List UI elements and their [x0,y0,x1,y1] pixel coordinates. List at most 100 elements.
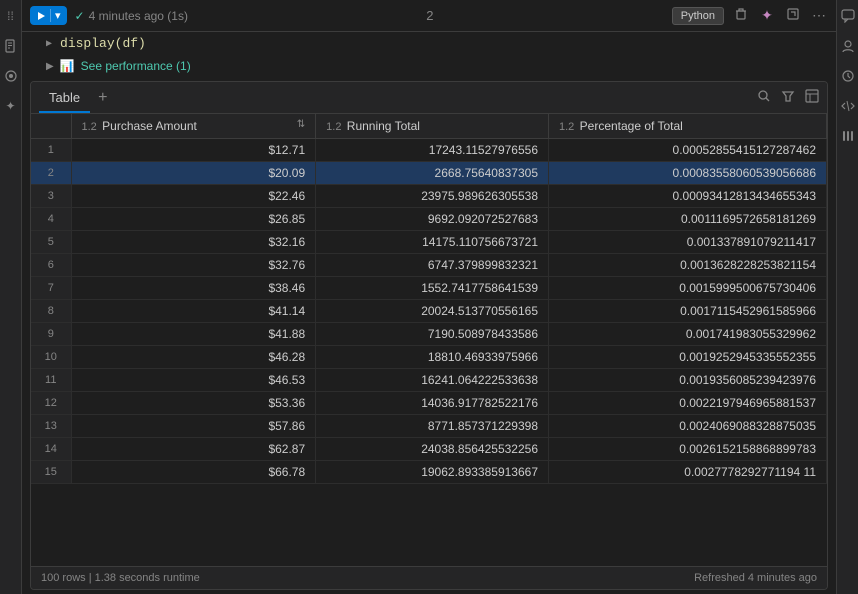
sidebar-right [836,0,858,594]
sparkle-icon[interactable]: ✦ [758,7,776,24]
table-body: 1$12.7117243.115279765560.00052855415127… [31,139,827,484]
sidebar-icon-history[interactable] [840,68,856,84]
cell-running-total: 23975.989626305538 [316,185,549,208]
table-row[interactable]: 12$53.3614036.9177825221760.002219794696… [31,392,827,415]
cell-percentage: 0.0017115452961585966 [549,300,827,323]
sidebar-icon-shape[interactable] [3,68,19,84]
chart-icon: 📊 [60,59,75,73]
code-line: ▶ display(df) [22,32,836,55]
cell-running-total: 14036.917782522176 [316,392,549,415]
sidebar-icon-library[interactable] [840,128,856,144]
table-row[interactable]: 13$57.868771.8573712293980.0024069088328… [31,415,827,438]
table-row[interactable]: 11$46.5316241.0642225336380.001935608523… [31,369,827,392]
check-icon: ✓ [75,9,85,23]
run-button[interactable]: ▾ [30,6,67,25]
table-tabs: Table + [31,82,827,114]
cell-percentage: 0.001741983055329962 [549,323,827,346]
cell-percentage: 0.0022197946965881537 [549,392,827,415]
cell-running-total: 6747.379899832321 [316,254,549,277]
cell-purchase-amount: $38.46 [71,277,316,300]
sidebar-icon-chat[interactable] [840,8,856,24]
table-footer: 100 rows | 1.38 seconds runtime Refreshe… [31,566,827,589]
cell-toolbar: ▾ ✓ 4 minutes ago (1s) 2 Python ✦ [22,0,836,32]
cell-running-total: 9692.092072527683 [316,208,549,231]
cell-purchase-amount: $32.16 [71,231,316,254]
delete-icon[interactable] [732,7,750,24]
table-row[interactable]: 8$41.1420024.5137705561650.0017115452961… [31,300,827,323]
python-badge[interactable]: Python [672,7,724,25]
data-table-wrapper[interactable]: 1.2 Purchase Amount ⇅ 1.2 Running Total … [31,114,827,566]
table-tab-main[interactable]: Table [39,82,90,113]
footer-left: 100 rows | 1.38 seconds runtime [41,572,200,584]
performance-bar[interactable]: ▶ 📊 See performance (1) [22,55,836,77]
th-row-num [31,114,71,139]
code-text: display(df) [60,36,146,51]
perf-link[interactable]: See performance (1) [81,59,191,73]
cell-row-num: 7 [31,277,71,300]
cell-row-num: 13 [31,415,71,438]
sidebar-icon-code[interactable] [840,98,856,114]
th-percentage[interactable]: 1.2 Percentage of Total [549,114,827,139]
cell-running-total: 24038.856425532256 [316,438,549,461]
sidebar-icon-star[interactable]: ✦ [3,98,19,114]
main-content: ▾ ✓ 4 minutes ago (1s) 2 Python ✦ [22,0,836,594]
table-row[interactable]: 7$38.461552.74177586415390.0015999500675… [31,277,827,300]
cell-number: 2 [196,8,664,23]
cell-row-num: 12 [31,392,71,415]
cell-running-total: 2668.75640837305 [316,162,549,185]
cell-row-num: 2 [31,162,71,185]
cell-running-total: 17243.11527976556 [316,139,549,162]
cell-purchase-amount: $12.71 [71,139,316,162]
run-dropdown[interactable]: ▾ [50,9,61,22]
table-row[interactable]: 5$32.1614175.1107566737210.0013378910792… [31,231,827,254]
sidebar-icon-menu[interactable]: ⁞⁞ [3,8,19,24]
cell-running-total: 18810.46933975966 [316,346,549,369]
more-icon[interactable]: ⋯ [810,7,828,24]
cell-status-text: 4 minutes ago (1s) [89,9,188,23]
cell-percentage: 0.0015999500675730406 [549,277,827,300]
col-label-running: Running Total [347,119,420,133]
search-icon[interactable] [757,89,771,106]
cell-row-num: 14 [31,438,71,461]
cell-row-num: 1 [31,139,71,162]
col-type-running: 1.2 [326,121,341,133]
table-row[interactable]: 10$46.2818810.469339759660.0019252945335… [31,346,827,369]
cell-row-num: 4 [31,208,71,231]
table-row[interactable]: 14$62.8724038.8564255322560.002615215886… [31,438,827,461]
cell-purchase-amount: $62.87 [71,438,316,461]
expand-icon[interactable] [784,7,802,24]
cell-running-total: 7190.508978433586 [316,323,549,346]
table-row[interactable]: 6$32.766747.3798998323210.00136282282538… [31,254,827,277]
table-row[interactable]: 15$66.7819062.8933859136670.002777829277… [31,461,827,484]
cell-running-total: 16241.064222533638 [316,369,549,392]
cell-purchase-amount: $46.28 [71,346,316,369]
cell-purchase-amount: $46.53 [71,369,316,392]
cell-percentage: 0.0011169572658181269 [549,208,827,231]
table-row[interactable]: 9$41.887190.5089784335860.00174198305532… [31,323,827,346]
table-row[interactable]: 4$26.859692.0920725276830.00111695726581… [31,208,827,231]
sort-icon-purchase[interactable]: ⇅ [297,119,305,130]
cell-running-total: 8771.857371229398 [316,415,549,438]
cell-percentage: 0.0027778292771194 11 [549,461,827,484]
table-tab-add[interactable]: + [94,85,111,111]
table-row[interactable]: 3$22.4623975.9896263055380.0009341281343… [31,185,827,208]
table-row[interactable]: 2$20.092668.756408373050.000835580605390… [31,162,827,185]
code-collapse-icon[interactable]: ▶ [46,38,52,50]
th-running-total[interactable]: 1.2 Running Total [316,114,549,139]
cell-row-num: 9 [31,323,71,346]
cell-purchase-amount: $26.85 [71,208,316,231]
cell-percentage: 0.0013628228253821154 [549,254,827,277]
cell-purchase-amount: $41.14 [71,300,316,323]
th-purchase-amount[interactable]: 1.2 Purchase Amount ⇅ [71,114,316,139]
cell-row-num: 11 [31,369,71,392]
table-row[interactable]: 1$12.7117243.115279765560.00052855415127… [31,139,827,162]
cell-purchase-amount: $22.46 [71,185,316,208]
filter-icon[interactable] [781,89,795,106]
sidebar-icon-file[interactable] [3,38,19,54]
table-header-row: 1.2 Purchase Amount ⇅ 1.2 Running Total … [31,114,827,139]
perf-expand-icon[interactable]: ▶ [46,61,54,72]
sidebar-icon-user[interactable] [840,38,856,54]
layout-icon[interactable] [805,89,819,106]
cell-status: ✓ 4 minutes ago (1s) [75,9,188,23]
cell-row-num: 5 [31,231,71,254]
